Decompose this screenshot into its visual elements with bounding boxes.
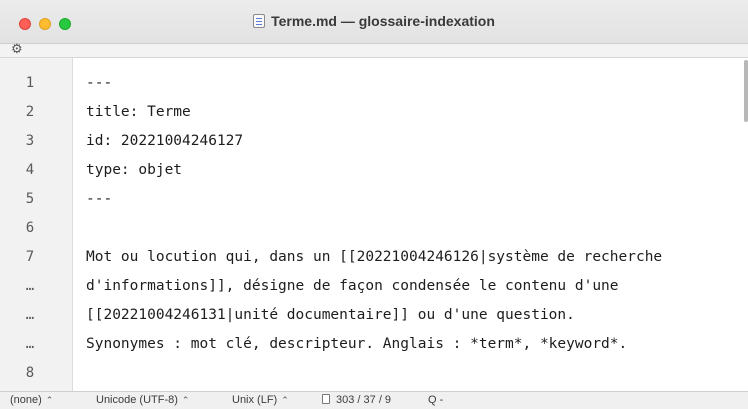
code-line[interactable]: d'informations]], désigne de façon conde…	[86, 278, 619, 294]
code-line[interactable]: id: 20221004246127	[86, 133, 243, 149]
line-number: 6	[25, 220, 35, 236]
code-line[interactable]: ---	[86, 75, 112, 91]
code-line[interactable]: type: objet	[86, 162, 182, 178]
counts-label: 303 / 37 / 9	[336, 394, 392, 406]
line-number: 2	[25, 104, 35, 120]
editor-window: Terme.md — glossaire-indexation ⚙ 1 2 3 …	[0, 0, 748, 409]
gear-icon[interactable]: ⚙	[11, 41, 23, 57]
title-bar: Terme.md — glossaire-indexation	[0, 0, 748, 44]
line-number: 8	[25, 365, 35, 381]
text-editor[interactable]: 1 2 3 4 5 6 7 … … … 8 --- title: Terme i…	[0, 58, 748, 391]
code-line[interactable]: Synonymes : mot clé, descripteur. Anglai…	[86, 336, 627, 352]
chevron-icon: ⌃	[45, 395, 54, 405]
code-line[interactable]: [[20221004246131|unité documentaire]] ou…	[86, 307, 575, 323]
syntax-label: (none)	[10, 394, 42, 406]
line-number: …	[25, 307, 35, 323]
find-control[interactable]: Q -	[428, 394, 443, 406]
toolbar: ⚙	[0, 41, 748, 58]
document-counts[interactable]: 303 / 37 / 9	[322, 394, 391, 406]
vertical-scrollbar[interactable]	[744, 60, 748, 122]
encoding-menu[interactable]: Unicode (UTF-8) ⌃	[96, 394, 189, 406]
line-number: 4	[25, 162, 35, 178]
window-title-container: Terme.md — glossaire-indexation	[0, 13, 748, 29]
status-bar: (none) ⌃ Unicode (UTF-8) ⌃ Unix (LF) ⌃ 303 …	[0, 391, 748, 409]
line-number: …	[25, 336, 35, 352]
code-line[interactable]: title: Terme	[86, 104, 191, 120]
search-icon: Q -	[428, 394, 444, 406]
line-number: 7	[25, 249, 35, 265]
line-endings-menu[interactable]: Unix (LF) ⌃	[232, 394, 289, 406]
line-number: 5	[25, 191, 35, 207]
document-icon	[253, 14, 266, 28]
syntax-menu[interactable]: (none) ⌃	[10, 394, 53, 406]
window-title: Terme.md — glossaire-indexation	[271, 13, 495, 29]
document-icon	[322, 394, 330, 404]
line-number: 3	[25, 133, 35, 149]
chevron-icon: ⌃	[281, 395, 289, 405]
chevron-icon: ⌃	[181, 395, 190, 405]
code-line[interactable]: Mot ou locution qui, dans un [[202210042…	[86, 249, 662, 265]
line-number-gutter: 1 2 3 4 5 6 7 … … … 8	[0, 58, 73, 391]
code-line[interactable]: ---	[86, 191, 112, 207]
encoding-label: Unicode (UTF-8)	[96, 394, 178, 406]
line-endings-label: Unix (LF)	[232, 394, 278, 406]
line-number: …	[25, 278, 35, 294]
line-number: 1	[25, 75, 35, 91]
